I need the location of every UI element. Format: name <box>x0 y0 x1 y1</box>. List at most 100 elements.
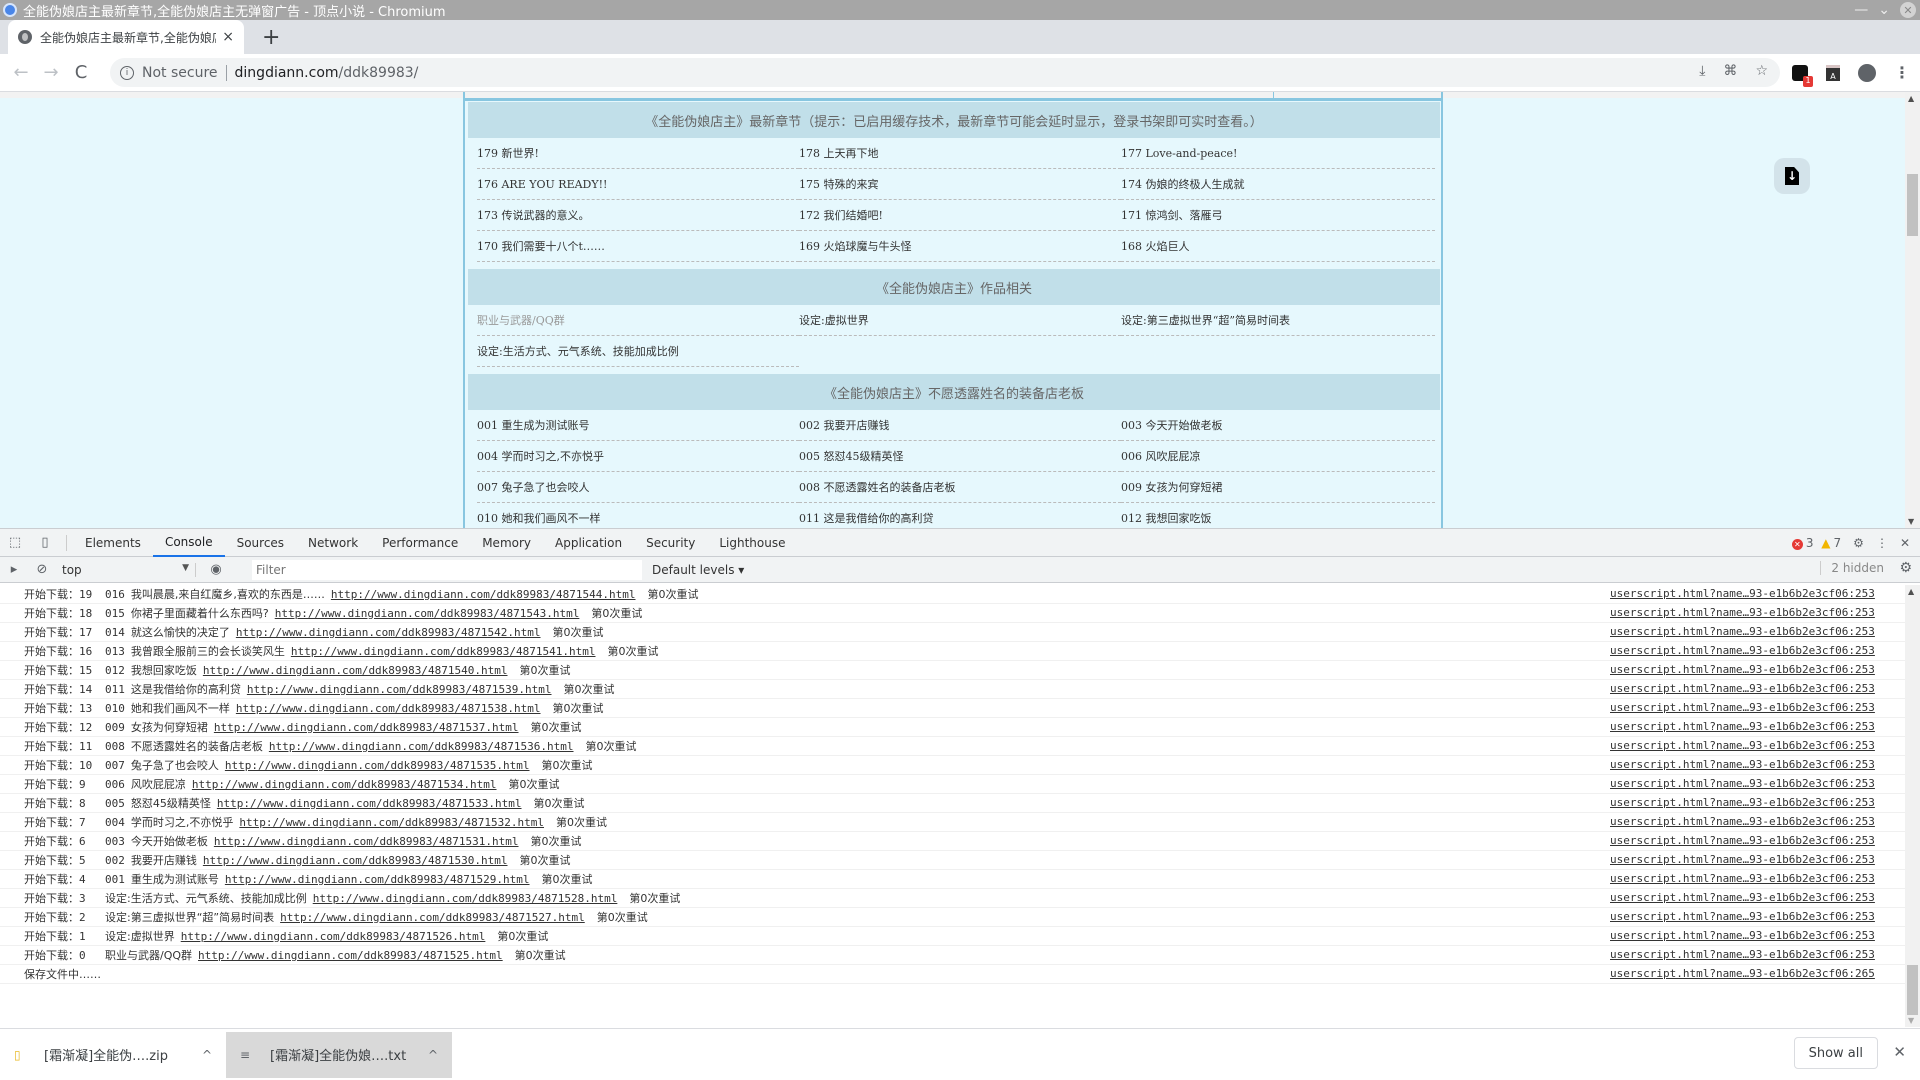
chapter-link[interactable]: 174 伪娘的终极人生成就 <box>1121 169 1435 200</box>
forward-button[interactable]: → <box>36 62 66 83</box>
context-selector[interactable]: top ▼ <box>56 562 196 577</box>
download-icon[interactable]: ⤓ <box>1699 63 1705 79</box>
log-url-link[interactable]: http://www.dingdiann.com/ddk89983/487153… <box>236 702 541 715</box>
log-url-link[interactable]: http://www.dingdiann.com/ddk89983/487153… <box>214 721 519 734</box>
translate-icon[interactable]: ⌘ <box>1723 63 1737 79</box>
chapter-link[interactable]: 173 传说武器的意义。 <box>477 200 799 231</box>
chevron-up-icon[interactable]: ^ <box>428 1048 438 1062</box>
log-url-link[interactable]: http://www.dingdiann.com/ddk89983/487154… <box>275 607 580 620</box>
log-source-link[interactable]: userscript.html?name…93-e1b6b2e3cf06:253 <box>1610 682 1875 695</box>
address-bar[interactable]: i Not secure dingdiann.com /ddk89983/ ⤓ … <box>110 58 1780 87</box>
devtools-tab-lighthouse[interactable]: Lighthouse <box>707 529 797 557</box>
log-url-link[interactable]: http://www.dingdiann.com/ddk89983/487154… <box>203 664 508 677</box>
scroll-up-icon[interactable]: ▲ <box>1908 94 1914 103</box>
page-scrollbar[interactable]: ▲ ▼ <box>1905 92 1920 528</box>
chapter-link[interactable]: 004 学而时习之,不亦悦乎 <box>477 441 799 472</box>
log-source-link[interactable]: userscript.html?name…93-e1b6b2e3cf06:253 <box>1610 758 1875 771</box>
eye-icon[interactable]: ◉ <box>202 562 230 577</box>
extension-icon[interactable]: 1 <box>1792 64 1813 87</box>
security-label[interactable]: Not secure <box>142 64 227 81</box>
clear-console-icon[interactable]: ⊘ <box>28 562 56 577</box>
log-source-link[interactable]: userscript.html?name…93-e1b6b2e3cf06:253 <box>1610 701 1875 714</box>
log-source-link[interactable]: userscript.html?name…93-e1b6b2e3cf06:253 <box>1610 644 1875 657</box>
chapter-link[interactable]: 005 怒怼45级精英怪 <box>799 441 1121 472</box>
log-source-link[interactable]: userscript.html?name…93-e1b6b2e3cf06:253 <box>1610 587 1875 600</box>
log-url-link[interactable]: http://www.dingdiann.com/ddk89983/487152… <box>198 949 503 962</box>
log-url-link[interactable]: http://www.dingdiann.com/ddk89983/487154… <box>236 626 541 639</box>
devtools-tab-performance[interactable]: Performance <box>370 529 470 557</box>
log-source-link[interactable]: userscript.html?name…93-e1b6b2e3cf06:253 <box>1610 606 1875 619</box>
devtools-close-icon[interactable]: ✕ <box>1900 536 1910 550</box>
log-url-link[interactable]: http://www.dingdiann.com/ddk89983/487152… <box>181 930 486 943</box>
chapter-link[interactable]: 002 我要开店赚钱 <box>799 410 1121 441</box>
chapter-link[interactable]: 职业与武器/QQ群 <box>477 305 799 336</box>
back-button[interactable]: ← <box>6 62 36 83</box>
device-toolbar-icon[interactable]: ▯ <box>30 535 60 550</box>
chapter-link[interactable]: 011 这是我借给你的高利贷 <box>799 503 1121 528</box>
log-url-link[interactable]: http://www.dingdiann.com/ddk89983/487153… <box>247 683 552 696</box>
chapter-link[interactable]: 001 重生成为测试账号 <box>477 410 799 441</box>
scroll-down-icon[interactable]: ▼ <box>1908 517 1914 526</box>
maximize-icon[interactable]: ⌄ <box>1878 2 1890 18</box>
devtools-tab-application[interactable]: Application <box>543 529 634 557</box>
window-close-icon[interactable]: ✕ <box>1900 2 1916 18</box>
menu-icon[interactable]: ⋮ <box>1894 63 1910 82</box>
scrollbar-thumb[interactable] <box>1907 174 1918 236</box>
info-icon[interactable]: i <box>120 65 134 80</box>
download-novel-button[interactable] <box>1774 158 1810 194</box>
chapter-link[interactable]: 169 火焰球魔与牛头怪 <box>799 231 1121 262</box>
log-url-link[interactable]: http://www.dingdiann.com/ddk89983/487153… <box>217 797 522 810</box>
log-url-link[interactable]: http://www.dingdiann.com/ddk89983/487154… <box>291 645 596 658</box>
chapter-link[interactable]: 007 兔子急了也会咬人 <box>477 472 799 503</box>
log-url-link[interactable]: http://www.dingdiann.com/ddk89983/487152… <box>225 873 530 886</box>
log-source-link[interactable]: userscript.html?name…93-e1b6b2e3cf06:253 <box>1610 663 1875 676</box>
console-settings-icon[interactable]: ⚙ <box>1899 560 1912 576</box>
devtools-tab-memory[interactable]: Memory <box>470 529 543 557</box>
log-url-link[interactable]: http://www.dingdiann.com/ddk89983/487153… <box>214 835 519 848</box>
issues-counter[interactable]: ✕ 3 ▲ 7 <box>1791 536 1841 550</box>
log-source-link[interactable]: userscript.html?name…93-e1b6b2e3cf06:253 <box>1610 815 1875 828</box>
devtools-tab-network[interactable]: Network <box>296 529 370 557</box>
inspect-element-icon[interactable]: ⬚ <box>0 535 30 550</box>
log-source-link[interactable]: userscript.html?name…93-e1b6b2e3cf06:253 <box>1610 853 1875 866</box>
chapter-link[interactable]: 171 惊鸿剑、落雁弓 <box>1121 200 1435 231</box>
devtools-tab-elements[interactable]: Elements <box>73 529 153 557</box>
close-shelf-icon[interactable]: ✕ <box>1893 1043 1906 1061</box>
log-source-link[interactable]: userscript.html?name…93-e1b6b2e3cf06:253 <box>1610 948 1875 961</box>
chapter-link[interactable]: 009 女孩为何穿短裙 <box>1121 472 1435 503</box>
tab-close-icon[interactable]: × <box>222 29 234 45</box>
sidebar-toggle-icon[interactable]: ▸ <box>0 562 28 577</box>
log-source-link[interactable]: userscript.html?name…93-e1b6b2e3cf06:265 <box>1610 967 1875 980</box>
chapter-link[interactable]: 设定:第三虚拟世界“超”简易时间表 <box>1121 305 1435 336</box>
log-levels-dropdown[interactable]: Default levels ▾ <box>652 563 744 577</box>
log-source-link[interactable]: userscript.html?name…93-e1b6b2e3cf06:253 <box>1610 796 1875 809</box>
log-url-link[interactable]: http://www.dingdiann.com/ddk89983/487153… <box>192 778 497 791</box>
log-source-link[interactable]: userscript.html?name…93-e1b6b2e3cf06:253 <box>1610 891 1875 904</box>
log-url-link[interactable]: http://www.dingdiann.com/ddk89983/487154… <box>331 588 636 601</box>
bookmark-star-icon[interactable]: ☆ <box>1755 63 1768 79</box>
extension-font-icon[interactable]: A <box>1826 64 1840 81</box>
chapter-link[interactable]: 设定:生活方式、元气系统、技能加成比例 <box>477 336 799 367</box>
log-url-link[interactable]: http://www.dingdiann.com/ddk89983/487153… <box>269 740 574 753</box>
minimize-icon[interactable]: — <box>1854 2 1868 18</box>
chapter-link[interactable]: 003 今天开始做老板 <box>1121 410 1435 441</box>
log-source-link[interactable]: userscript.html?name…93-e1b6b2e3cf06:253 <box>1610 834 1875 847</box>
log-source-link[interactable]: userscript.html?name…93-e1b6b2e3cf06:253 <box>1610 739 1875 752</box>
log-source-link[interactable]: userscript.html?name…93-e1b6b2e3cf06:253 <box>1610 720 1875 733</box>
devtools-more-icon[interactable]: ⋮ <box>1876 536 1888 550</box>
chapter-link[interactable]: 176 ARE YOU READY!! <box>477 169 799 200</box>
devtools-settings-icon[interactable]: ⚙ <box>1853 536 1864 550</box>
devtools-tab-security[interactable]: Security <box>634 529 707 557</box>
chapter-link[interactable]: 010 她和我们画风不一样 <box>477 503 799 528</box>
profile-icon[interactable] <box>1858 63 1876 82</box>
chapter-link[interactable]: 170 我们需要十八个t…… <box>477 231 799 262</box>
log-source-link[interactable]: userscript.html?name…93-e1b6b2e3cf06:253 <box>1610 872 1875 885</box>
log-url-link[interactable]: http://www.dingdiann.com/ddk89983/487153… <box>225 759 530 772</box>
devtools-tab-sources[interactable]: Sources <box>225 529 296 557</box>
chevron-up-icon[interactable]: ^ <box>202 1048 212 1062</box>
chapter-link[interactable]: 172 我们结婚吧! <box>799 200 1121 231</box>
chapter-link[interactable]: 012 我想回家吃饭 <box>1121 503 1435 528</box>
log-url-link[interactable]: http://www.dingdiann.com/ddk89983/487152… <box>280 911 585 924</box>
chapter-link[interactable]: 175 特殊的来宾 <box>799 169 1121 200</box>
console-filter-input[interactable] <box>252 560 642 580</box>
